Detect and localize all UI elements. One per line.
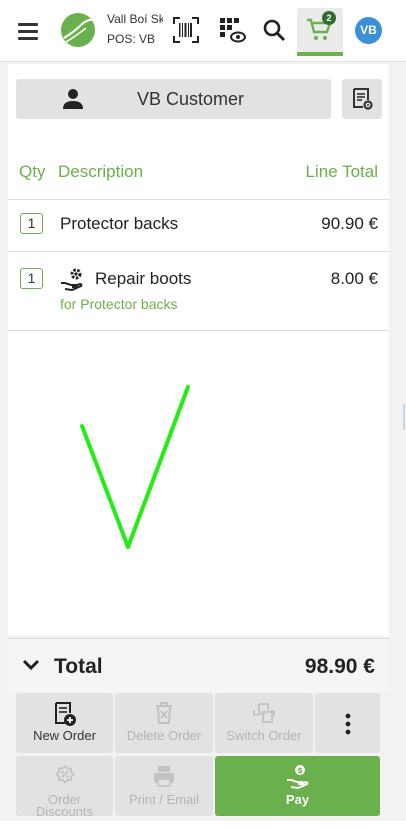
new-order-label: New Order bbox=[33, 728, 96, 743]
print-email-label: Print / Email bbox=[128, 792, 200, 807]
delete-icon bbox=[156, 702, 172, 724]
drawn-checkmark bbox=[80, 385, 190, 549]
search-icon[interactable] bbox=[258, 14, 290, 46]
discount-icon bbox=[54, 764, 75, 784]
pay-button[interactable]: $ Pay bbox=[215, 756, 380, 816]
new-order-button[interactable]: New Order bbox=[16, 693, 113, 753]
total-bar: Total 98.90 € bbox=[8, 638, 389, 692]
app-header: Vall Boí Ski POS: VB 2 VB bbox=[0, 0, 406, 62]
pay-label: Pay bbox=[285, 792, 310, 807]
switch-order-button[interactable]: Switch Order bbox=[215, 693, 313, 753]
more-vertical-icon bbox=[345, 713, 350, 735]
print-email-button[interactable]: Print / Email bbox=[115, 756, 213, 816]
svg-text:$: $ bbox=[297, 766, 303, 775]
barcode-scan-icon[interactable] bbox=[170, 14, 202, 46]
active-tab-indicator bbox=[297, 52, 343, 56]
bottom-strip bbox=[0, 821, 406, 828]
menu-icon[interactable] bbox=[14, 17, 44, 45]
user-avatar[interactable]: VB bbox=[355, 17, 382, 44]
store-name: Vall Boí Ski bbox=[107, 12, 163, 26]
order-discounts-label-line2: Discounts bbox=[35, 804, 94, 819]
total-label: Total bbox=[54, 655, 103, 678]
switch-order-icon bbox=[253, 703, 275, 723]
print-icon bbox=[154, 766, 174, 787]
more-options-button[interactable] bbox=[315, 693, 380, 753]
order-discounts-button[interactable]: Order Discounts bbox=[16, 756, 113, 819]
total-value: 98.90 € bbox=[304, 655, 375, 678]
pos-name: POS: VB bbox=[107, 32, 156, 46]
scroll-indicator[interactable] bbox=[403, 404, 405, 430]
cart-tab[interactable]: 2 bbox=[297, 8, 343, 56]
chevron-down-icon[interactable] bbox=[22, 658, 40, 672]
store-logo bbox=[61, 13, 95, 47]
qr-view-icon[interactable] bbox=[216, 14, 248, 46]
cart-count-badge: 2 bbox=[322, 11, 336, 25]
switch-order-label: Switch Order bbox=[226, 728, 302, 743]
pay-icon: $ bbox=[286, 765, 308, 789]
delete-order-button[interactable]: Delete Order bbox=[115, 693, 213, 753]
new-order-icon bbox=[54, 702, 76, 726]
delete-order-label: Delete Order bbox=[126, 728, 202, 743]
order-panel: VB Customer Qty Description Line Total 1… bbox=[8, 64, 389, 636]
